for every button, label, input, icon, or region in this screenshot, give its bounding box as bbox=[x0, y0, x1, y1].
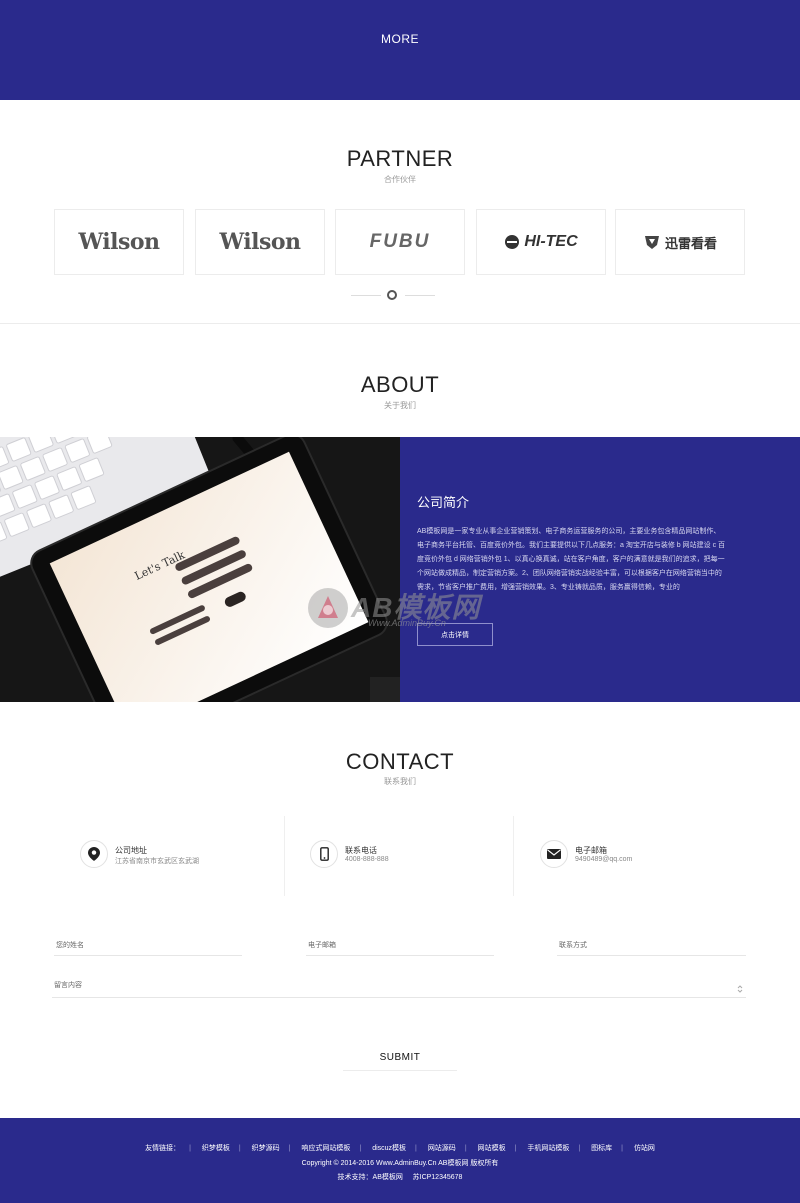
link-separator: | bbox=[359, 1145, 362, 1152]
copyright-text: Copyright © 2014-2016 Www.AdminBuy.Cn AB… bbox=[301, 1160, 499, 1167]
friend-links-label: 友情链接： bbox=[145, 1145, 181, 1152]
footer: 友情链接： | 织梦模板 | 织梦源码 | 响应式网站模板 | discuz模板 | 网站… bbox=[0, 1118, 800, 1203]
footer-link[interactable]: 响应式网站模板 bbox=[301, 1145, 350, 1152]
about-details-button[interactable]: 点击详情 bbox=[417, 623, 493, 646]
tech-support-line: 技术支持：AB模板网 苏ICP12345678 bbox=[0, 1172, 800, 1182]
footer-link[interactable]: 网站模板 bbox=[478, 1145, 506, 1152]
tech-support-text: 技术支持：AB模板网 bbox=[337, 1174, 403, 1181]
section-divider bbox=[0, 323, 800, 324]
partner-title: PARTNER bbox=[346, 146, 454, 171]
email-value: 9490489@qq.com bbox=[575, 856, 633, 863]
partner-pager bbox=[351, 288, 451, 302]
footer-link[interactable]: 图标库 bbox=[591, 1145, 612, 1152]
link-separator: | bbox=[415, 1145, 417, 1152]
pager-dot-active[interactable] bbox=[387, 290, 397, 300]
footer-link[interactable]: discuz模板 bbox=[372, 1145, 406, 1152]
xunlei-emblem-icon bbox=[644, 236, 659, 249]
footer-link[interactable]: 手机网站模板 bbox=[527, 1145, 569, 1152]
partner-subtitle: 合作伙伴 bbox=[384, 175, 416, 184]
more-link[interactable]: MORE bbox=[0, 32, 800, 46]
submit-button[interactable]: SUBMIT bbox=[343, 1045, 457, 1071]
about-title: ABOUT bbox=[360, 372, 440, 397]
partner-logo-row: Wilson Wilson FUBU HI-TEC 迅雷看看 bbox=[54, 209, 746, 275]
partner-logo-wilson[interactable]: Wilson bbox=[195, 209, 325, 275]
mail-icon bbox=[540, 840, 568, 868]
link-separator: | bbox=[189, 1145, 191, 1152]
partner-logo-wilson[interactable]: Wilson bbox=[54, 209, 184, 275]
address-label: 公司地址 bbox=[115, 846, 147, 855]
link-separator: | bbox=[464, 1145, 467, 1152]
email-label: 电子邮箱 bbox=[575, 846, 607, 855]
footer-links: 友情链接： | 织梦模板 | 织梦源码 | 响应式网站模板 | discuz模板 | 网站… bbox=[0, 1143, 800, 1153]
footer-link[interactable]: 网站源码 bbox=[428, 1145, 456, 1152]
wilson-logo-text: Wilson bbox=[78, 229, 160, 255]
name-input[interactable] bbox=[54, 936, 242, 956]
top-banner: MORE bbox=[0, 0, 800, 100]
contact-title: CONTACT bbox=[345, 749, 455, 774]
textarea-resize-icon[interactable] bbox=[737, 984, 743, 994]
link-separator: | bbox=[238, 1145, 241, 1152]
about-subtitle: 关于我们 bbox=[384, 401, 416, 410]
pager-line bbox=[351, 295, 381, 296]
contact-divider bbox=[284, 816, 285, 896]
email-input[interactable] bbox=[306, 936, 494, 956]
tablet-keyboard-illustration: Let's Talk bbox=[0, 437, 400, 702]
hitec-logo-text: HI-TEC bbox=[524, 233, 578, 250]
link-separator: | bbox=[288, 1145, 291, 1152]
phone-icon bbox=[310, 840, 338, 868]
phone-label: 联系电话 bbox=[345, 846, 377, 855]
link-separator: | bbox=[621, 1145, 623, 1152]
about-tablet-photo: Let's Talk bbox=[0, 437, 400, 702]
link-separator: | bbox=[514, 1145, 517, 1152]
wilson-logo-text: Wilson bbox=[219, 229, 301, 255]
footer-link[interactable]: 织梦源码 bbox=[252, 1145, 280, 1152]
about-panel-title: 公司简介 bbox=[417, 495, 470, 510]
phone-value: 4008-888-888 bbox=[345, 856, 389, 863]
address-value: 江苏省南京市玄武区玄武湖 bbox=[115, 858, 199, 865]
link-separator: | bbox=[578, 1145, 581, 1152]
hitec-emblem-icon bbox=[505, 235, 520, 249]
fubu-logo-text: FUBU bbox=[369, 231, 431, 252]
footer-link[interactable]: 织梦模板 bbox=[202, 1145, 230, 1152]
partner-logo-fubu[interactable]: FUBU bbox=[335, 209, 465, 275]
message-textarea[interactable] bbox=[52, 980, 746, 998]
pager-line bbox=[405, 295, 435, 296]
location-pin-icon bbox=[80, 840, 108, 868]
contact-subtitle: 联系我们 bbox=[384, 777, 416, 786]
partner-logo-hitec[interactable]: HI-TEC bbox=[476, 209, 606, 275]
footer-link[interactable]: 仿站网 bbox=[634, 1145, 655, 1152]
about-description: AB模板网是一家专业从事企业营销策划、电子商务运营服务的公司，主要业务包含精品网… bbox=[417, 528, 726, 591]
phone-input[interactable] bbox=[557, 936, 746, 956]
icp-number: 苏ICP12345678 bbox=[412, 1174, 463, 1181]
about-panel: 公司简介 AB模板网是一家专业从事企业营销策划、电子商务运营服务的公司，主要业务… bbox=[400, 437, 800, 702]
partner-logo-xunlei[interactable]: 迅雷看看 bbox=[615, 209, 745, 275]
contact-divider bbox=[513, 816, 514, 896]
xunlei-logo-text: 迅雷看看 bbox=[664, 235, 717, 251]
